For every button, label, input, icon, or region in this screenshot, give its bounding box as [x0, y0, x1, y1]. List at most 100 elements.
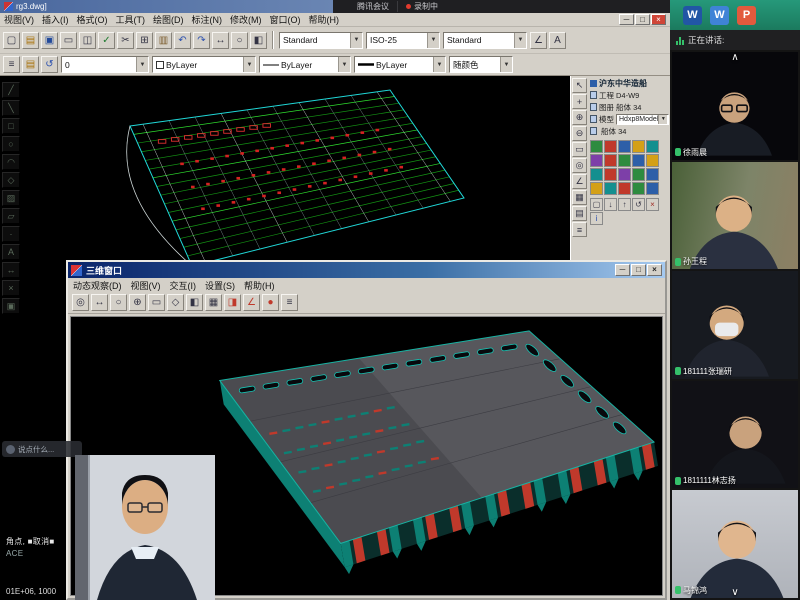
wps-ppt-icon[interactable]: P [737, 6, 756, 25]
section-icon[interactable]: ◨ [224, 294, 241, 311]
menu-modify[interactable]: 修改(M) [230, 13, 262, 26]
redo-icon[interactable]: ↷ [193, 32, 210, 49]
module-icon[interactable] [632, 168, 645, 181]
layer-states-icon[interactable]: ▤ [22, 56, 39, 73]
participant-video[interactable]: 181111张瑞研 [672, 271, 798, 379]
dim-style-combo[interactable]: ISO-25 ▼ [366, 32, 440, 49]
linetype-combo[interactable]: ByLayer ▼ [259, 56, 351, 73]
menu-help[interactable]: 帮助(H) [309, 13, 340, 26]
move-tool-icon[interactable]: ↔ [2, 262, 20, 278]
tree-row-model[interactable]: 模型 Hdxp8Model ▼ [590, 113, 669, 125]
chevron-down-icon[interactable]: ▼ [658, 115, 667, 124]
measure-3d-icon[interactable]: ∠ [243, 294, 260, 311]
menu-dimension[interactable]: 标注(N) [192, 13, 223, 26]
menu-tools[interactable]: 工具(T) [116, 13, 146, 26]
select-tool-icon[interactable]: ↖ [572, 78, 587, 93]
export-icon[interactable]: ↑ [618, 198, 631, 211]
close-icon[interactable]: × [651, 14, 666, 25]
chevron-down-icon[interactable]: ▼ [136, 57, 148, 72]
minimize-icon[interactable]: ─ [615, 264, 630, 276]
paste-icon[interactable]: ▥ [155, 32, 172, 49]
layer-manager-icon[interactable]: ≡ [3, 56, 20, 73]
zoom-window-icon[interactable]: ▭ [572, 142, 587, 157]
dim-style-icon[interactable]: ∠ [530, 32, 547, 49]
viewer3d-titlebar[interactable]: 三维窗口 ─ □ × [68, 262, 665, 278]
capture-icon[interactable]: ● [262, 294, 279, 311]
zoom-3d-icon[interactable]: ○ [110, 294, 127, 311]
color-combo[interactable]: ByLayer ▼ [152, 56, 256, 73]
menu-help[interactable]: 帮助(H) [244, 279, 275, 292]
polyline-tool-icon[interactable]: ╲ [2, 100, 20, 116]
shade-mode-icon[interactable]: ◧ [186, 294, 203, 311]
block-tool-icon[interactable]: ▣ [2, 298, 20, 314]
maximize-icon[interactable]: □ [635, 14, 650, 25]
word-doc-icon[interactable]: W [683, 6, 702, 25]
participant-video[interactable]: 孙王程 [672, 162, 798, 270]
chevron-down-icon[interactable]: ▼ [338, 57, 350, 72]
erase-tool-icon[interactable]: × [2, 280, 20, 296]
chevron-down-icon[interactable]: ▼ [514, 33, 526, 48]
save-icon[interactable]: ▣ [41, 32, 58, 49]
arc-tool-icon[interactable]: ◠ [2, 154, 20, 170]
pan-3d-icon[interactable]: ↔ [91, 294, 108, 311]
info-icon[interactable]: i [590, 212, 603, 225]
module-icon[interactable] [646, 182, 659, 195]
zoom-icon[interactable]: ○ [231, 32, 248, 49]
chevron-down-icon[interactable]: ▼ [350, 33, 362, 48]
participant-video[interactable]: 马锦鸿 [672, 490, 798, 598]
polygon-tool-icon[interactable]: ▱ [2, 208, 20, 224]
scroll-down-icon[interactable]: ∨ [731, 588, 738, 598]
orbit-icon[interactable]: ◎ [572, 158, 587, 173]
wps-doc-icon[interactable]: W [710, 6, 729, 25]
undo-icon[interactable]: ↶ [174, 32, 191, 49]
settings-3d-icon[interactable]: ≡ [281, 294, 298, 311]
chat-input[interactable]: 说点什么... [2, 441, 82, 457]
meeting-titlebar[interactable]: 腾讯会议 录制中 [333, 0, 670, 13]
close-icon[interactable]: × [647, 264, 662, 276]
module-icon[interactable] [632, 154, 645, 167]
layer-previous-icon[interactable]: ↺ [41, 56, 58, 73]
module-icon[interactable] [604, 154, 617, 167]
measure-icon[interactable]: ∠ [572, 174, 587, 189]
module-icon[interactable] [604, 140, 617, 153]
menu-insert[interactable]: 插入(I) [42, 13, 69, 26]
line-tool-icon[interactable]: ╱ [2, 82, 20, 98]
zoom-extents-icon[interactable]: ⊕ [129, 294, 146, 311]
scroll-up-icon[interactable]: ∧ [731, 53, 738, 63]
module-icon[interactable] [646, 168, 659, 181]
module-icon[interactable] [590, 182, 603, 195]
webcam-video[interactable] [75, 455, 215, 600]
layers-icon[interactable]: ▤ [572, 206, 587, 221]
module-icon[interactable] [590, 154, 603, 167]
model-combo[interactable]: Hdxp8Model ▼ [616, 114, 669, 125]
preview-icon[interactable]: ◫ [79, 32, 96, 49]
chevron-down-icon[interactable]: ▼ [500, 57, 512, 72]
chevron-down-icon[interactable]: ▼ [243, 57, 255, 72]
zoom-out-icon[interactable]: ⊖ [572, 126, 587, 141]
text-style-combo[interactable]: Standard ▼ [443, 32, 527, 49]
maximize-icon[interactable]: □ [631, 264, 646, 276]
menu-orbit[interactable]: 动态观察(D) [73, 279, 122, 292]
module-icon[interactable] [646, 140, 659, 153]
module-icon[interactable] [632, 182, 645, 195]
module-icon[interactable] [604, 182, 617, 195]
tree-row-hull[interactable]: 船体 34 [590, 125, 669, 137]
participant-video[interactable]: 1811111林志扬 [672, 381, 798, 489]
iso-view-icon[interactable]: ◇ [167, 294, 184, 311]
menu-window[interactable]: 窗口(O) [270, 13, 301, 26]
module-icon[interactable] [618, 140, 631, 153]
hatch-tool-icon[interactable]: ▨ [2, 190, 20, 206]
import-icon[interactable]: ↓ [604, 198, 617, 211]
text-tool-icon[interactable]: A [2, 244, 20, 260]
zoom-in-icon[interactable]: ⊕ [572, 110, 587, 125]
copy-icon[interactable]: ⊞ [136, 32, 153, 49]
menu-format[interactable]: 格式(O) [77, 13, 108, 26]
rectangle-tool-icon[interactable]: □ [2, 118, 20, 134]
settings-icon[interactable]: ≡ [572, 222, 587, 237]
pan-icon[interactable]: ↔ [212, 32, 229, 49]
spell-check-icon[interactable]: ✓ [98, 32, 115, 49]
module-icon[interactable] [618, 154, 631, 167]
tree-row-project[interactable]: 工程 D4-W9 [590, 89, 669, 101]
properties-icon[interactable]: ◧ [250, 32, 267, 49]
style-combo[interactable]: Standard ▼ [279, 32, 363, 49]
